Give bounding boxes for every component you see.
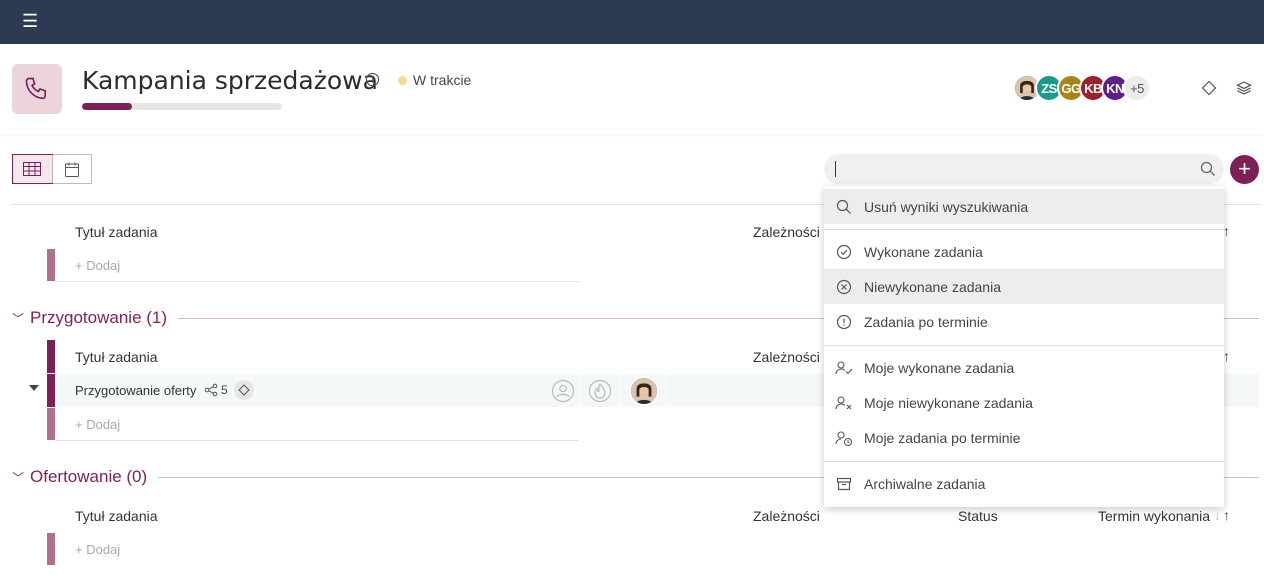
- menu-item-label: Usuń wyniki wyszukiwania: [864, 198, 1029, 215]
- layers-icon[interactable]: [1236, 80, 1252, 96]
- user-x-icon: [835, 395, 852, 409]
- x-circle-icon: [836, 279, 852, 294]
- column-deps-header[interactable]: Zależności: [753, 349, 820, 365]
- group-title: Ofertowanie (0): [30, 467, 148, 486]
- user-clock-icon: [835, 430, 853, 446]
- project-title: Kampania sprzedażowa: [82, 66, 378, 95]
- project-header: Kampania sprzedażowa W trakcie ZS GG KB …: [0, 44, 1264, 134]
- row-divider: [55, 281, 579, 282]
- expand-triangle-icon[interactable]: [29, 385, 39, 391]
- menu-divider: [824, 345, 1224, 346]
- search-icon[interactable]: [1200, 161, 1216, 177]
- view-toggle: [12, 154, 92, 184]
- group-color-bar: [47, 340, 55, 373]
- search-input[interactable]: [834, 159, 1184, 179]
- add-task-link[interactable]: + Dodaj: [75, 417, 120, 432]
- diamond-icon[interactable]: [1201, 80, 1217, 96]
- user-check-icon: [835, 360, 853, 374]
- column-deps-header[interactable]: Zależności: [753, 508, 820, 524]
- menu-item-done-tasks[interactable]: Wykonane zadania: [824, 234, 1224, 269]
- table-view-button[interactable]: [12, 154, 53, 184]
- row-divider: [55, 440, 579, 441]
- cell-divider: [579, 374, 580, 407]
- search-bar: [824, 154, 1224, 184]
- phone-icon: [25, 77, 46, 100]
- alert-circle-icon: [836, 314, 852, 329]
- search-filter-menu: Usuń wyniki wyszukiwania Wykonane zadani…: [824, 186, 1224, 507]
- add-task-link[interactable]: + Dodaj: [75, 258, 120, 273]
- task-name[interactable]: Przygotowanie oferty: [75, 383, 196, 398]
- group-header[interactable]: ﹀ Przygotowanie (1): [12, 308, 167, 328]
- check-circle-icon: [836, 244, 852, 259]
- calendar-icon: [64, 162, 79, 177]
- subtask-count[interactable]: 5: [204, 380, 254, 400]
- priority-flame-icon[interactable]: [588, 379, 612, 403]
- menu-item-label: Wykonane zadania: [864, 243, 983, 260]
- assign-user-icon[interactable]: [551, 379, 575, 403]
- chevron-down-icon[interactable]: ﹀: [12, 310, 24, 327]
- menu-item-label: Niewykonane zadania: [864, 278, 1001, 295]
- menu-item-clear-search[interactable]: Usuń wyniki wyszukiwania: [824, 189, 1224, 224]
- menu-item-label: Archiwalne zadania: [864, 475, 986, 492]
- more-members-badge[interactable]: +5: [1123, 74, 1151, 102]
- project-progress-bar: [82, 103, 282, 110]
- calendar-view-button[interactable]: [51, 155, 91, 183]
- avatar[interactable]: [629, 376, 659, 406]
- project-icon: [12, 64, 62, 114]
- column-status-header[interactable]: Status: [958, 508, 998, 524]
- add-task-link[interactable]: + Dodaj: [75, 542, 120, 557]
- sort-asc-icon[interactable]: ↑: [1223, 223, 1230, 239]
- group-color-bar: [47, 408, 55, 440]
- column-deps-header[interactable]: Zależności: [753, 224, 820, 240]
- menu-item-label: Moje niewykonane zadania: [864, 394, 1033, 411]
- table-icon: [23, 162, 42, 176]
- column-title-header[interactable]: Tytuł zadania: [75, 224, 158, 240]
- menu-divider: [824, 461, 1224, 462]
- subtask-count-value: 5: [221, 383, 228, 397]
- status-dot: [398, 76, 407, 85]
- group-title: Przygotowanie (1): [30, 308, 168, 327]
- add-task-button[interactable]: +: [1230, 155, 1259, 184]
- column-title-header[interactable]: Tytuł zadania: [75, 508, 158, 524]
- project-status[interactable]: W trakcie: [413, 72, 471, 88]
- menu-item-my-not-done-tasks[interactable]: Moje niewykonane zadania: [824, 385, 1224, 420]
- menu-item-label: Moje wykonane zadania: [864, 359, 1015, 376]
- column-due-header[interactable]: Termin wykonania: [1098, 508, 1210, 524]
- menu-item-overdue-tasks[interactable]: Zadania po terminie: [824, 304, 1224, 339]
- menu-divider: [824, 229, 1224, 230]
- sort-asc-icon[interactable]: ↑: [1223, 507, 1230, 523]
- chevron-down-icon[interactable]: ﹀: [12, 469, 24, 486]
- column-title-header[interactable]: Tytuł zadania: [75, 349, 158, 365]
- subtasks-icon: [204, 383, 218, 397]
- group-color-bar: [47, 374, 55, 407]
- sort-desc-icon[interactable]: ↓: [1214, 507, 1221, 523]
- info-icon[interactable]: [365, 72, 380, 87]
- menu-item-not-done-tasks[interactable]: Niewykonane zadania: [824, 269, 1224, 304]
- search-icon: [836, 199, 851, 214]
- menu-item-my-overdue-tasks[interactable]: Moje zadania po terminie: [824, 420, 1224, 455]
- group-color-bar: [47, 533, 55, 565]
- diamond-icon[interactable]: [233, 380, 254, 400]
- menu-item-label: Moje zadania po terminie: [864, 429, 1021, 446]
- menu-item-my-done-tasks[interactable]: Moje wykonane zadania: [824, 350, 1224, 385]
- group-header[interactable]: ﹀ Ofertowanie (0): [12, 467, 147, 487]
- group-color-bar: [47, 249, 55, 281]
- cell-divider: [665, 374, 666, 407]
- menu-item-label: Zadania po terminie: [864, 313, 988, 330]
- hamburger-icon[interactable]: ☰: [22, 12, 38, 30]
- text-caret: [835, 161, 836, 177]
- menu-item-archived-tasks[interactable]: Archiwalne zadania: [824, 466, 1224, 501]
- cell-divider: [620, 374, 621, 407]
- sort-asc-icon[interactable]: ↑: [1223, 348, 1230, 364]
- top-bar: ☰: [0, 0, 1264, 44]
- progress-fill: [82, 103, 132, 110]
- archive-icon: [836, 477, 852, 490]
